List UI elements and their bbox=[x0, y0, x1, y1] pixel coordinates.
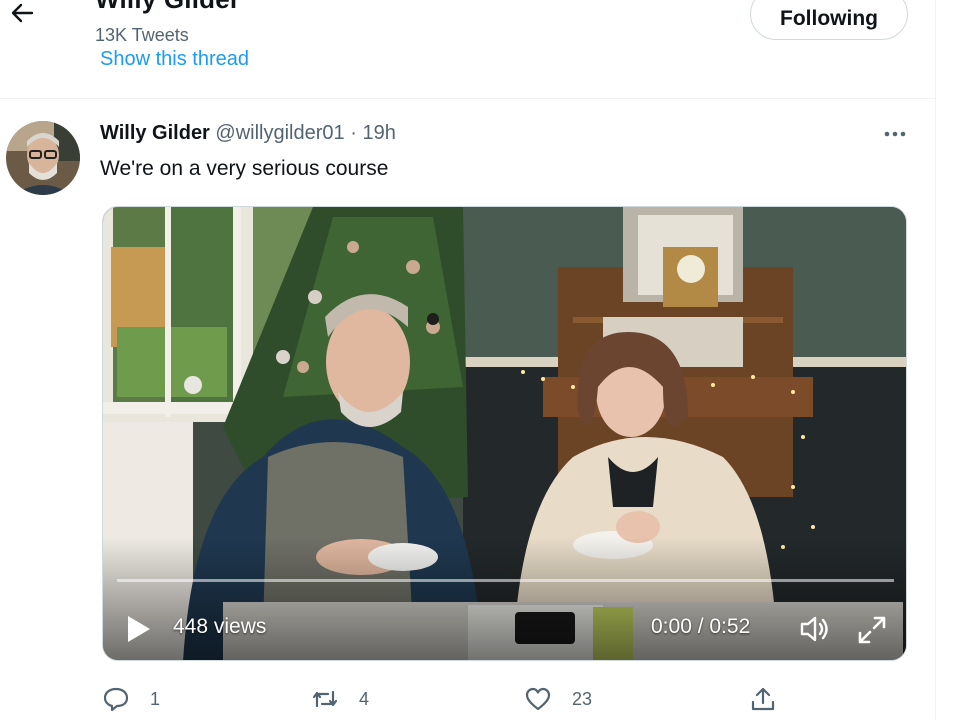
retweet-icon[interactable] bbox=[311, 685, 339, 713]
reply-icon[interactable] bbox=[102, 685, 130, 713]
column-divider bbox=[935, 0, 936, 720]
profile-name: Willy Gilder bbox=[95, 0, 240, 15]
video-player[interactable]: 448 views 0:00 / 0:52 bbox=[102, 206, 907, 661]
profile-header: Willy Gilder 13K Tweets Show this thread… bbox=[0, 0, 935, 99]
volume-icon[interactable] bbox=[798, 613, 832, 645]
more-horizontal-icon[interactable] bbox=[880, 122, 910, 146]
video-frame bbox=[103, 207, 906, 660]
like-icon[interactable] bbox=[524, 685, 552, 713]
video-progress-bar[interactable] bbox=[117, 579, 894, 582]
retweet-action[interactable]: 4 bbox=[311, 682, 369, 716]
tweet-author-name[interactable]: Willy Gilder bbox=[100, 122, 210, 144]
following-button[interactable]: Following bbox=[750, 0, 908, 40]
video-views: 448 views bbox=[173, 615, 267, 638]
tweet-count: 13K Tweets bbox=[95, 25, 189, 45]
back-arrow-icon[interactable] bbox=[8, 0, 36, 28]
share-icon[interactable] bbox=[749, 685, 777, 713]
fullscreen-icon[interactable] bbox=[855, 613, 889, 647]
play-icon[interactable] bbox=[123, 612, 153, 646]
like-action[interactable]: 23 bbox=[524, 682, 592, 716]
reply-action[interactable]: 1 bbox=[102, 682, 160, 716]
reply-count: 1 bbox=[150, 688, 161, 709]
tweet-author-handle[interactable]: @willygilder01 bbox=[215, 122, 344, 144]
separator-dot: · bbox=[350, 122, 357, 144]
tweet-text: We're on a very serious course bbox=[100, 157, 389, 180]
like-count: 23 bbox=[572, 688, 593, 709]
tweet-timestamp[interactable]: 19h bbox=[362, 122, 395, 144]
show-thread-link[interactable]: Show this thread bbox=[100, 48, 249, 71]
share-action[interactable] bbox=[749, 682, 777, 716]
tweet-header: Willy Gilder @willygilder01 · 19h bbox=[100, 122, 396, 145]
avatar[interactable] bbox=[6, 121, 80, 195]
video-timecode: 0:00 / 0:52 bbox=[651, 615, 751, 638]
retweet-count: 4 bbox=[359, 688, 370, 709]
